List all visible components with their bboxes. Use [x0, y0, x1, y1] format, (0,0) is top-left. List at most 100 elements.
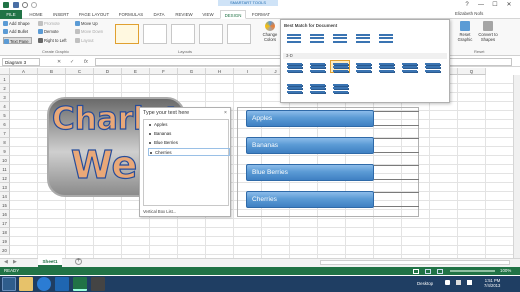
- smartart-shape-blue-berries[interactable]: Blue Berries: [246, 164, 374, 181]
- sheet-prev-icon[interactable]: ◀: [4, 259, 8, 265]
- text-pane-item[interactable]: Apples: [148, 121, 230, 129]
- layout-option-4[interactable]: [199, 24, 223, 44]
- row-header-10[interactable]: 10: [0, 156, 10, 165]
- maximize-button[interactable]: ☐: [490, 1, 500, 9]
- tab-design[interactable]: DESIGN: [220, 10, 246, 19]
- column-header-b[interactable]: B: [38, 68, 66, 75]
- row-header-17[interactable]: 17: [0, 219, 10, 228]
- minimize-button[interactable]: —: [476, 1, 486, 9]
- layout-button[interactable]: Layout: [75, 37, 94, 44]
- tab-page-layout[interactable]: PAGE LAYOUT: [75, 10, 113, 19]
- right-to-left-button[interactable]: Right to Left: [38, 37, 67, 44]
- column-header-c[interactable]: C: [66, 68, 94, 75]
- smartart-style-option[interactable]: [353, 60, 373, 73]
- smartart-style-option[interactable]: [284, 31, 304, 44]
- row-header-2[interactable]: 2: [0, 84, 10, 93]
- network-icon[interactable]: [445, 280, 450, 285]
- close-button[interactable]: ✕: [504, 1, 514, 9]
- layout-option-5[interactable]: [227, 24, 251, 44]
- start-button-icon[interactable]: [2, 277, 16, 291]
- smartart-style-option[interactable]: [399, 60, 419, 73]
- row-header-18[interactable]: 18: [0, 228, 10, 237]
- smartart-style-option[interactable]: [376, 31, 396, 44]
- move-down-button[interactable]: Move Down: [75, 28, 103, 35]
- row-header-9[interactable]: 9: [0, 147, 10, 156]
- select-all-corner[interactable]: [0, 68, 10, 75]
- reset-graphic-button[interactable]: Reset Graphic: [454, 21, 476, 42]
- text-pane-item[interactable]: Bananas: [148, 130, 230, 138]
- undo-icon[interactable]: [22, 2, 28, 8]
- change-colors-button[interactable]: Change Colors: [259, 21, 281, 42]
- move-up-button[interactable]: Move Up: [75, 20, 98, 27]
- smartart-style-option[interactable]: [330, 60, 350, 73]
- redo-icon[interactable]: [31, 2, 37, 8]
- text-pane-list[interactable]: Apples Bananas Blue Berries Cherries: [143, 119, 230, 206]
- smartart-shape-apples[interactable]: Apples: [246, 110, 374, 127]
- row-header-15[interactable]: 15: [0, 201, 10, 210]
- layout-option-2[interactable]: [143, 24, 167, 44]
- row-header-12[interactable]: 12: [0, 174, 10, 183]
- row-header-6[interactable]: 6: [0, 120, 10, 129]
- row-header-16[interactable]: 16: [0, 210, 10, 219]
- column-header-i[interactable]: I: [234, 68, 262, 75]
- volume-icon[interactable]: [467, 280, 472, 285]
- smartart-style-option[interactable]: [422, 60, 442, 73]
- new-sheet-button[interactable]: +: [75, 258, 82, 265]
- page-layout-view-icon[interactable]: [425, 269, 431, 274]
- sheet-tab-sheet1[interactable]: Sheet1: [38, 258, 62, 267]
- smartart-style-option[interactable]: [376, 60, 396, 73]
- row-header-11[interactable]: 11: [0, 165, 10, 174]
- row-header-20[interactable]: 20: [0, 246, 10, 255]
- row-header-7[interactable]: 7: [0, 129, 10, 138]
- text-pane-item[interactable]: Blue Berries: [148, 139, 230, 147]
- desktop-toolbar[interactable]: Desktop: [417, 281, 433, 286]
- taskbar-clock[interactable]: 1:51 PM 7/4/2013: [484, 278, 500, 288]
- column-header-d[interactable]: D: [94, 68, 122, 75]
- file-explorer-icon[interactable]: [19, 277, 33, 291]
- smartart-style-option[interactable]: [353, 31, 373, 44]
- row-header-3[interactable]: 3: [0, 93, 10, 102]
- smartart-style-option[interactable]: [307, 81, 327, 94]
- cancel-icon[interactable]: ✕: [57, 58, 61, 66]
- text-pane-button[interactable]: Text Pane: [3, 37, 32, 45]
- help-button[interactable]: ?: [462, 1, 472, 9]
- excel-taskbar-icon[interactable]: [73, 277, 87, 291]
- zoom-level[interactable]: 100%: [500, 268, 511, 273]
- column-header-h[interactable]: H: [206, 68, 234, 75]
- tab-home[interactable]: HOME: [25, 10, 47, 19]
- page-break-view-icon[interactable]: [437, 269, 443, 274]
- promote-button[interactable]: Promote: [38, 20, 60, 27]
- smartart-shape-bananas[interactable]: Bananas: [246, 137, 374, 154]
- tab-data[interactable]: DATA: [149, 10, 169, 19]
- row-header-19[interactable]: 19: [0, 237, 10, 246]
- row-header-1[interactable]: 1: [0, 75, 10, 84]
- excel-app-icon[interactable]: [3, 2, 9, 8]
- layout-vertical-box-list[interactable]: [115, 24, 139, 44]
- column-header-f[interactable]: F: [150, 68, 178, 75]
- convert-to-shapes-button[interactable]: Convert to Shapes: [477, 21, 499, 42]
- row-header-5[interactable]: 5: [0, 111, 10, 120]
- row-header-14[interactable]: 14: [0, 192, 10, 201]
- smartart-style-option[interactable]: [330, 31, 350, 44]
- column-header-e[interactable]: E: [122, 68, 150, 75]
- save-icon[interactable]: [13, 2, 19, 8]
- vertical-scrollbar[interactable]: [513, 75, 520, 258]
- row-header-13[interactable]: 13: [0, 183, 10, 192]
- internet-explorer-icon[interactable]: [37, 277, 51, 291]
- tab-review[interactable]: REVIEW: [171, 10, 197, 19]
- app-icon[interactable]: [91, 277, 105, 291]
- close-icon[interactable]: ×: [224, 110, 227, 116]
- smartart-style-option[interactable]: [284, 81, 304, 94]
- zoom-slider[interactable]: [450, 270, 495, 272]
- name-box[interactable]: Diagram 3: [2, 58, 40, 66]
- sheet-next-icon[interactable]: ▶: [13, 259, 17, 265]
- demote-button[interactable]: Demote: [38, 28, 59, 35]
- tab-format[interactable]: FORMAT: [248, 10, 274, 19]
- enter-icon[interactable]: ✓: [70, 58, 74, 66]
- tab-formulas[interactable]: FORMULAS: [115, 10, 147, 19]
- user-name[interactable]: Elizabeth Nofs: [455, 11, 483, 16]
- outlook-icon[interactable]: [55, 277, 69, 291]
- insert-function-icon[interactable]: fx: [84, 58, 88, 66]
- smartart-style-option[interactable]: [307, 60, 327, 73]
- layout-name-link[interactable]: Vertical Box List...: [143, 209, 176, 214]
